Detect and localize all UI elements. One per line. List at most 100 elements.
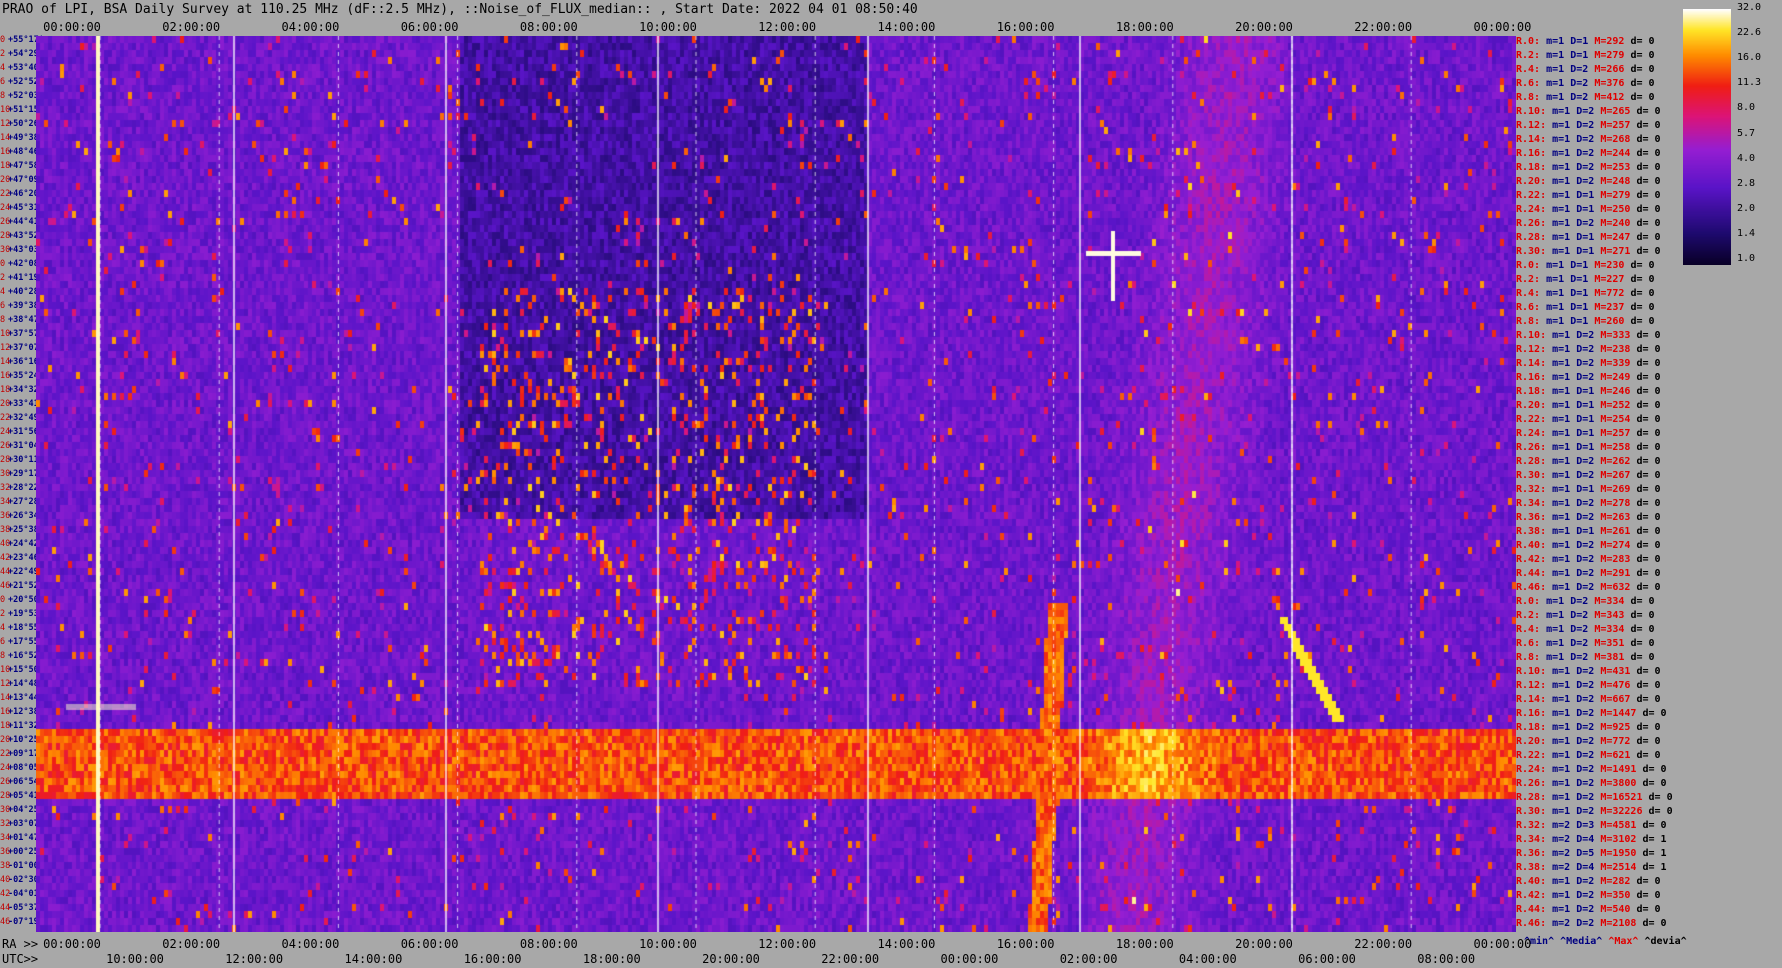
row-stat-r: R.4: [1516, 624, 1541, 635]
dec-index: 10 [0, 665, 11, 675]
top-tick-6: 12:00:00 [758, 20, 817, 34]
dec-index: 22 [0, 413, 11, 423]
row-stat-r: R.30: [1516, 806, 1547, 817]
row-stat-r: R.18: [1516, 722, 1547, 733]
ra-tick-4: 08:00:00 [519, 937, 578, 951]
row-stat: R.18: m=1 D=1 M=246 d= 0 [1516, 386, 1661, 397]
row-stat-M: M=3102 [1600, 834, 1637, 845]
row-stat: R.26: m=1 D=2 M=240 d= 0 [1516, 218, 1661, 229]
row-stat-d: d= 0 [1636, 512, 1661, 523]
row-stat-r: R.22: [1516, 414, 1547, 425]
row-stat-M: M=334 [1594, 624, 1625, 635]
row-stat-r: R.0: [1516, 36, 1541, 47]
row-stat-d: d= 0 [1636, 204, 1661, 215]
row-stat-D: D=2 [1576, 750, 1595, 761]
row-stat-r: R.6: [1516, 638, 1541, 649]
stats-legend: ^min^ ^Media^ ^Max^ ^devia^ [1524, 936, 1687, 947]
row-stat-D: D=1 [1576, 204, 1595, 215]
row-stat-D: D=2 [1576, 344, 1595, 355]
row-stat-D: D=1 [1570, 36, 1589, 47]
dec-index: 46 [0, 581, 11, 591]
row-stat: R.4: m=1 D=1 M=772 d= 0 [1516, 288, 1655, 299]
row-stat-m: m=1 [1552, 246, 1571, 257]
row-stat: R.34: m=1 D=2 M=278 d= 0 [1516, 498, 1661, 509]
top-tick-0: 00:00:00 [43, 20, 101, 34]
row-stat-r: R.0: [1516, 596, 1541, 607]
colorbar-tick: 4.0 [1737, 152, 1756, 164]
row-stat-D: D=2 [1570, 64, 1589, 75]
row-stat-d: d= 0 [1636, 386, 1661, 397]
row-stat-M: M=381 [1594, 652, 1625, 663]
row-stat-M: M=248 [1600, 176, 1631, 187]
row-stat: R.2: m=1 D=2 M=343 d= 0 [1516, 610, 1655, 621]
row-stat-r: R.26: [1516, 218, 1547, 229]
row-stat-m: m=1 [1552, 190, 1571, 201]
row-stat-D: D=1 [1576, 442, 1595, 453]
row-stat-D: D=2 [1576, 456, 1595, 467]
row-stat: R.6: m=1 D=1 M=237 d= 0 [1516, 302, 1655, 313]
row-stat-r: R.20: [1516, 176, 1547, 187]
dec-index: 14 [0, 133, 11, 143]
row-stat: R.28: m=1 D=2 M=16521 d= 0 [1516, 792, 1673, 803]
bottom-ra-axis: 00:00:00 02:00:00 04:00:00 06:00:00 08:00:00… [0, 937, 1531, 951]
row-stat-d: d= 0 [1630, 78, 1655, 89]
row-stat-d: d= 0 [1636, 442, 1661, 453]
row-stat-m: m=1 [1552, 876, 1571, 887]
row-stat: R.28: m=1 D=2 M=262 d= 0 [1516, 456, 1661, 467]
row-stat-m: m=1 [1552, 750, 1571, 761]
row-stat-d: d= 0 [1636, 554, 1661, 565]
row-stat-D: D=2 [1576, 582, 1595, 593]
row-stat: R.6: m=1 D=2 M=351 d= 0 [1516, 638, 1655, 649]
dec-index: 0 [0, 595, 6, 605]
row-stat: R.8: m=1 D=2 M=412 d= 0 [1516, 92, 1655, 103]
colorbar-tick: 32.0 [1737, 2, 1762, 13]
row-stat: R.26: m=1 D=1 M=258 d= 0 [1516, 442, 1661, 453]
legend-median: ^Media^ [1560, 936, 1603, 947]
dec-index: 28 [0, 455, 11, 465]
chart-title: PRAO of LPI, BSA Daily Survey at 110.25 … [2, 2, 918, 17]
dec-index: 44 [0, 903, 11, 913]
row-stat-m: m=1 [1552, 428, 1571, 439]
row-stat-D: D=2 [1576, 372, 1595, 383]
ra-tick-8: 16:00:00 [996, 937, 1055, 951]
row-stat-m: m=1 [1546, 260, 1565, 271]
row-stat-M: M=244 [1600, 148, 1631, 159]
row-stat: R.42: m=1 D=2 M=350 d= 0 [1516, 890, 1661, 901]
row-stat-M: M=632 [1600, 582, 1631, 593]
row-stat-D: D=2 [1576, 680, 1595, 691]
row-stat-M: M=249 [1600, 372, 1631, 383]
row-stat-d: d= 0 [1630, 302, 1655, 313]
row-stat-D: D=1 [1570, 316, 1589, 327]
row-stat: R.8: m=1 D=1 M=260 d= 0 [1516, 316, 1655, 327]
row-stat-d: d= 0 [1630, 92, 1655, 103]
dec-index: 32 [0, 483, 11, 493]
dec-index: 18 [0, 385, 11, 395]
dec-index: 40 [0, 875, 11, 885]
row-stat-r: R.4: [1516, 64, 1541, 75]
row-stat-r: R.26: [1516, 442, 1547, 453]
dec-index: 4 [0, 623, 6, 633]
row-stat-m: m=1 [1552, 372, 1571, 383]
row-stat-M: M=250 [1600, 204, 1631, 215]
row-stat-M: M=667 [1600, 694, 1631, 705]
dec-index: 38 [0, 525, 11, 535]
dec-index: 10 [0, 329, 11, 339]
row-stat-r: R.14: [1516, 694, 1547, 705]
row-stat-m: m=2 [1552, 918, 1571, 929]
row-stat-d: d= 0 [1636, 218, 1661, 229]
dec-index: 38 [0, 861, 11, 871]
row-stat-d: d= 0 [1636, 540, 1661, 551]
row-stat-r: R.40: [1516, 540, 1547, 551]
legend-max: ^Max^ [1608, 936, 1639, 947]
utc-tick-6: 22:00:00 [821, 952, 880, 966]
row-stat-M: M=252 [1600, 400, 1631, 411]
row-stat-M: M=431 [1600, 666, 1631, 677]
row-stat-D: D=2 [1570, 596, 1589, 607]
row-stat-m: m=1 [1552, 456, 1571, 467]
row-stat-r: R.8: [1516, 652, 1541, 663]
row-stat: R.14: m=1 D=2 M=268 d= 0 [1516, 134, 1661, 145]
row-stat-D: D=2 [1576, 694, 1595, 705]
row-stat-m: m=1 [1552, 568, 1571, 579]
dec-index: 4 [0, 63, 6, 73]
row-stat-r: R.10: [1516, 666, 1547, 677]
